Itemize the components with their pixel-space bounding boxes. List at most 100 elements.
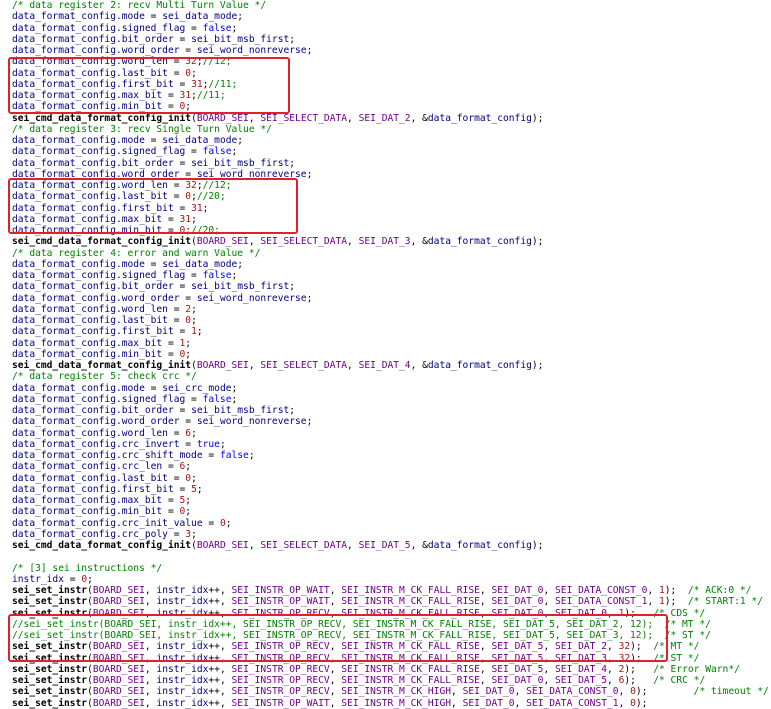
macro-token: SEI_INSTR_OP_RECV — [231, 652, 330, 664]
code-line: data_format_config.first_bit = 31; — [12, 203, 769, 214]
punctuation-token: = — [173, 281, 192, 293]
code-line: data_format_config.mode = sei_data_mode; — [12, 259, 769, 270]
punctuation-token: , — [329, 652, 342, 664]
punctuation-token: = — [162, 101, 180, 113]
code-line: data_format_config.max_bit = 1; — [12, 338, 769, 349]
code-line: data_format_config.crc_invert = true; — [12, 439, 769, 450]
comment-token: /* START:1 */ — [687, 596, 763, 608]
identifier-token: instr_idx — [156, 686, 209, 698]
punctuation-token: = — [173, 326, 192, 338]
code-line: sei_cmd_data_format_config_init(BOARD_SE… — [12, 360, 769, 371]
punctuation-token: , — [144, 697, 157, 709]
macro-token: SEI_DAT_4 — [358, 360, 411, 371]
macro-token: SEI_INSTR_OP_RECV — [231, 686, 330, 698]
code-editor[interactable]: /* data register 2: recv Multi Turn Valu… — [12, 0, 769, 709]
punctuation-token: , — [329, 697, 342, 709]
identifier-token: data_format_config.mode — [12, 11, 145, 23]
code-line: sei_set_instr(BOARD_SEI, instr_idx++, SE… — [12, 675, 769, 686]
punctuation-token: = — [167, 427, 186, 439]
function-name-token: sei_set_instr — [12, 686, 88, 698]
identifier-token: sei_word_nonreverse — [196, 45, 307, 56]
identifier-token: data_format_config.signed_flag — [12, 146, 186, 158]
identifier-token: instr_idx — [156, 652, 209, 664]
punctuation-token: = — [173, 483, 192, 495]
identifier-token: instr_idx — [156, 641, 209, 653]
code-line: /* data register 4: error and warn Value… — [12, 248, 769, 259]
punctuation-token: ); — [531, 112, 544, 124]
code-line: data_format_config.signed_flag = false; — [12, 394, 769, 405]
comment-token: //11; — [196, 90, 226, 101]
identifier-token: data_format_config.max_bit — [12, 213, 163, 225]
punctuation-token: = — [167, 303, 186, 315]
punctuation-token: = — [162, 225, 180, 236]
punctuation-token: , — [144, 585, 157, 596]
identifier-token: data_format_config.mode — [12, 382, 145, 394]
punctuation-token: ; — [191, 472, 197, 484]
punctuation-token: ++, — [208, 607, 232, 619]
punctuation-token: ); — [531, 236, 544, 248]
identifier-token: data_format_config.first_bit — [12, 78, 174, 90]
macro-token: SEI_INSTR_OP_RECV — [231, 663, 330, 675]
punctuation-token: ; — [191, 528, 197, 540]
punctuation-token: , — [543, 585, 556, 596]
punctuation-token: ++, — [208, 697, 232, 709]
comment-token: /* Error Warn*/ — [653, 663, 740, 675]
identifier-token: instr_idx — [12, 573, 64, 585]
identifier-token: data_format_config.last_bit — [12, 472, 168, 484]
macro-token: SEI_INSTR_M_CK_FALL_RISE — [341, 596, 480, 608]
function-name-token: sei_set_instr — [12, 641, 88, 653]
punctuation-token: = — [162, 495, 180, 506]
identifier-token: data_format_config.last_bit — [12, 67, 168, 79]
punctuation-token: , — [248, 360, 261, 371]
punctuation-token: ; — [231, 393, 238, 405]
code-line: /* data register 5: check crc */ — [12, 371, 769, 382]
punctuation-token: , — [451, 686, 463, 698]
macro-token: BOARD_SEI — [92, 607, 145, 619]
code-line: sei_set_instr(BOARD_SEI, instr_idx++, SE… — [12, 664, 769, 675]
code-line: //sei_set_instr(BOARD_SEI, instr_idx++, … — [12, 619, 769, 630]
punctuation-token: ; — [289, 33, 296, 45]
punctuation-token: , — [618, 686, 631, 698]
code-line: data_format_config.word_len = 6; — [12, 428, 769, 439]
punctuation-token: ); — [531, 540, 544, 551]
punctuation-token: , — [543, 652, 556, 664]
punctuation-token: = — [185, 270, 203, 281]
punctuation-token: ); — [624, 607, 654, 619]
punctuation-token: ++, — [208, 675, 232, 686]
comment-token: /* data register 4: error and warn Value… — [12, 247, 261, 259]
function-name-token: sei_cmd_data_format_config_init — [12, 112, 192, 124]
punctuation-token: ; — [237, 258, 244, 270]
punctuation-token: = — [202, 450, 220, 461]
code-line: sei_set_instr(BOARD_SEI, instr_idx++, SE… — [12, 641, 769, 652]
punctuation-token: ; — [306, 168, 313, 180]
identifier-token: data_format_config.word_len — [12, 56, 168, 68]
punctuation-token: = — [162, 90, 180, 101]
punctuation-token: = — [167, 472, 186, 484]
macro-token: SEI_SELECT_DATA — [260, 112, 348, 124]
punctuation-token: = — [202, 517, 220, 529]
punctuation-token: ++, — [208, 596, 232, 608]
macro-token: SEI_DAT_0 — [491, 675, 544, 686]
punctuation-token: = — [173, 405, 192, 416]
number-token: 32 — [185, 180, 197, 191]
comment-token: //11; — [208, 78, 238, 90]
identifier-token: instr_idx — [156, 585, 209, 596]
identifier-token: data_format_config.signed_flag — [12, 393, 186, 405]
macro-token: SEI_INSTR_M_CK_FALL_RISE — [341, 675, 480, 686]
identifier-token: data_format_config.crc_poly — [12, 528, 168, 540]
comment-token: /* data register 3: recv Single Turn Val… — [12, 123, 272, 135]
identifier-token: sei_word_nonreverse — [196, 292, 307, 304]
macro-token: BOARD_SEI — [92, 675, 145, 686]
function-name-token: sei_cmd_data_format_config_init — [12, 236, 192, 248]
punctuation-token: ; — [289, 281, 296, 293]
number-token: 31 — [191, 202, 203, 214]
punctuation-token: , — [607, 675, 619, 686]
punctuation-token: = — [179, 438, 197, 450]
comment-token: /* MT */ — [653, 641, 700, 653]
macro-token: SEI_DATA_CONST_1 — [526, 697, 619, 709]
macro-token: SEI_DAT_3 — [555, 652, 607, 664]
punctuation-token: = — [185, 22, 203, 34]
punctuation-token: ; — [306, 416, 313, 428]
code-line: data_format_config.signed_flag = false; — [12, 270, 769, 281]
punctuation-token: ; — [196, 483, 203, 495]
